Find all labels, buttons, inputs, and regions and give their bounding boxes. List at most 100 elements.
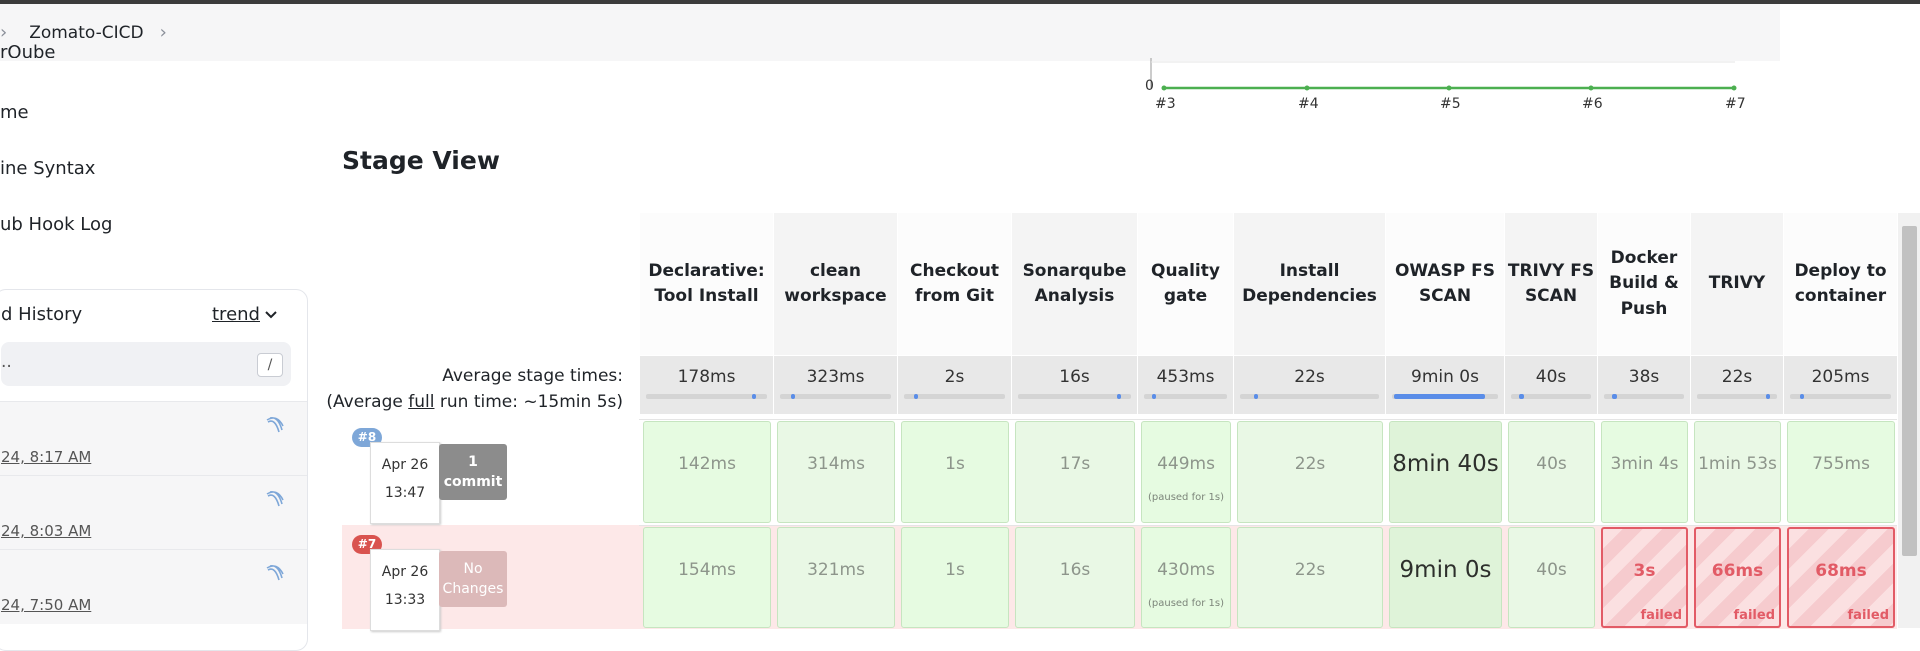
stage-average-value: 22s bbox=[1721, 367, 1753, 387]
build-history-row[interactable]: 24, 7:50 AM bbox=[0, 549, 307, 624]
breadcrumb-chevron-icon[interactable]: › bbox=[160, 22, 167, 43]
stage-average-value: 2s bbox=[944, 367, 965, 387]
stage-cell[interactable]: 9min 0s bbox=[1389, 527, 1502, 628]
stage-duration: 8min 40s bbox=[1392, 451, 1499, 477]
stage-cell[interactable]: 154ms bbox=[643, 527, 771, 628]
stage-cell[interactable]: 142ms bbox=[643, 421, 771, 523]
stage-cell[interactable]: 755ms bbox=[1787, 421, 1895, 523]
build-date-box: Apr 26 13:47 bbox=[370, 442, 440, 524]
stage-cell[interactable]: 17s bbox=[1015, 421, 1135, 523]
stage-paused-note: (paused for 1s) bbox=[1147, 598, 1224, 609]
stage-duration: 1s bbox=[945, 560, 965, 580]
stage-cell[interactable]: 1s bbox=[901, 421, 1009, 523]
stage-average-value: 38s bbox=[1628, 367, 1660, 387]
trend-x-tick: #4 bbox=[1298, 96, 1319, 112]
stage-duration: 40s bbox=[1536, 560, 1567, 580]
breadcrumb-project-link[interactable]: Zomato-CICD bbox=[29, 23, 143, 43]
sidebar-link-github-hook-log[interactable]: ub Hook Log bbox=[0, 214, 112, 235]
stage-paused-note: (paused for 1s) bbox=[1147, 492, 1224, 503]
stage-duration: 68ms bbox=[1815, 561, 1867, 581]
stage-average-time: 2s bbox=[898, 356, 1012, 414]
stage-average-bar-fill bbox=[914, 394, 918, 399]
trend-x-tick: #6 bbox=[1582, 96, 1603, 112]
stage-cell[interactable]: 8min 40s bbox=[1389, 421, 1502, 523]
keyboard-shortcut-badge: / bbox=[257, 353, 283, 377]
average-full-prefix: (Average bbox=[326, 392, 409, 412]
build-date-link[interactable]: 24, 8:03 AM bbox=[1, 522, 91, 540]
sidebar-link-rename[interactable]: me bbox=[0, 102, 29, 123]
stage-duration: 142ms bbox=[678, 454, 736, 474]
page-scrollbar-thumb[interactable] bbox=[1902, 226, 1917, 556]
stage-cell[interactable]: 1min 53s bbox=[1694, 421, 1781, 523]
chevron-down-icon[interactable] bbox=[263, 306, 279, 322]
build-date-link[interactable]: 24, 8:17 AM bbox=[1, 448, 91, 466]
build-history-trend-link[interactable]: trend bbox=[212, 304, 260, 325]
stage-header-label: Sonarqube Analysis bbox=[1022, 260, 1127, 307]
stage-average-bar-fill bbox=[1254, 394, 1258, 399]
stage-average-time: 178ms bbox=[640, 356, 774, 414]
stage-cell[interactable]: 449ms (paused for 1s) bbox=[1141, 421, 1231, 523]
stage-cell[interactable]: 3min 4s bbox=[1601, 421, 1688, 523]
stage-cell[interactable]: 22s bbox=[1237, 421, 1383, 523]
stage-average-bar-fill bbox=[791, 394, 795, 399]
stage-cell[interactable]: 40s bbox=[1508, 421, 1595, 523]
stage-duration: 66ms bbox=[1711, 561, 1764, 581]
stage-cell-failed[interactable]: 66ms failed bbox=[1694, 527, 1781, 628]
breadcrumb: › Zomato-CICD › bbox=[0, 4, 1780, 61]
trend-point bbox=[1588, 85, 1594, 91]
stage-header-label: Quality gate bbox=[1151, 260, 1220, 307]
stage-view-title: Stage View bbox=[342, 146, 500, 175]
stage-cell[interactable]: 16s bbox=[1015, 527, 1135, 628]
stage-average-bar bbox=[1018, 394, 1131, 399]
stage-cell[interactable]: 314ms bbox=[777, 421, 895, 523]
stage-average-value: 178ms bbox=[677, 367, 736, 387]
build-history-row[interactable]: 24, 8:17 AM bbox=[0, 401, 307, 476]
stage-average-bar bbox=[1144, 394, 1227, 399]
stage-average-bar bbox=[904, 394, 1005, 399]
build-changes-badge[interactable]: No Changes bbox=[439, 551, 507, 607]
stage-average-bar bbox=[646, 394, 767, 399]
build-date-link[interactable]: 24, 7:50 AM bbox=[1, 596, 91, 614]
stage-average-bar bbox=[1697, 394, 1777, 399]
stage-average-value: 9min 0s bbox=[1411, 367, 1479, 387]
build-status-spinner-icon bbox=[266, 416, 284, 433]
build-changes-badge[interactable]: 1 commit bbox=[439, 444, 507, 500]
stage-cell-failed[interactable]: 68ms failed bbox=[1787, 527, 1895, 628]
stage-average-value: 205ms bbox=[1811, 367, 1870, 387]
stage-header: Checkout from Git bbox=[898, 213, 1012, 355]
stage-header: Install Dependencies bbox=[1234, 213, 1386, 355]
stage-duration: 9min 0s bbox=[1399, 557, 1492, 583]
average-full-suffix: run time: ~15min 5s) bbox=[434, 392, 623, 412]
stage-average-value: 453ms bbox=[1156, 367, 1215, 387]
stage-header-label: OWASP FS SCAN bbox=[1394, 260, 1496, 307]
stage-cell[interactable]: 321ms bbox=[777, 527, 895, 628]
stage-cell[interactable]: 22s bbox=[1237, 527, 1383, 628]
stage-cell[interactable]: 430ms (paused for 1s) bbox=[1141, 527, 1231, 628]
stage-header-label: Declarative: Tool Install bbox=[648, 260, 765, 307]
stage-average-time: 9min 0s bbox=[1386, 356, 1505, 414]
sidebar-link-pipeline-syntax[interactable]: ine Syntax bbox=[0, 158, 95, 179]
stage-header: TRIVY FS SCAN bbox=[1505, 213, 1598, 355]
stage-average-time: 205ms bbox=[1784, 356, 1898, 414]
stage-cell[interactable]: 1s bbox=[901, 527, 1009, 628]
stage-duration: 154ms bbox=[678, 560, 736, 580]
trend-x-tick: #7 bbox=[1725, 96, 1746, 112]
build-status-spinner-icon bbox=[266, 564, 284, 581]
stage-header: Declarative: Tool Install bbox=[640, 213, 774, 355]
trend-point bbox=[1731, 85, 1737, 91]
build-history-row[interactable]: 24, 8:03 AM bbox=[0, 475, 307, 550]
stage-duration: 3min 4s bbox=[1610, 454, 1679, 474]
sidebar-link-sonarqube[interactable]: rQube bbox=[0, 42, 55, 58]
stage-cell[interactable]: 40s bbox=[1508, 527, 1595, 628]
stage-average-time: 453ms bbox=[1138, 356, 1234, 414]
average-full-link[interactable]: full bbox=[408, 392, 434, 412]
stage-average-bar-fill bbox=[1519, 394, 1524, 399]
stage-cell-failed[interactable]: 3s failed bbox=[1601, 527, 1688, 628]
stage-average-bar bbox=[1790, 394, 1891, 399]
build-filter-input[interactable]: .. / bbox=[1, 342, 291, 386]
stage-average-bar-fill bbox=[752, 394, 756, 399]
stage-duration: 430ms bbox=[1157, 560, 1215, 580]
stage-header: OWASP FS SCAN bbox=[1386, 213, 1505, 355]
stage-average-bar-fill bbox=[1612, 394, 1617, 399]
trend-point bbox=[1446, 85, 1452, 91]
